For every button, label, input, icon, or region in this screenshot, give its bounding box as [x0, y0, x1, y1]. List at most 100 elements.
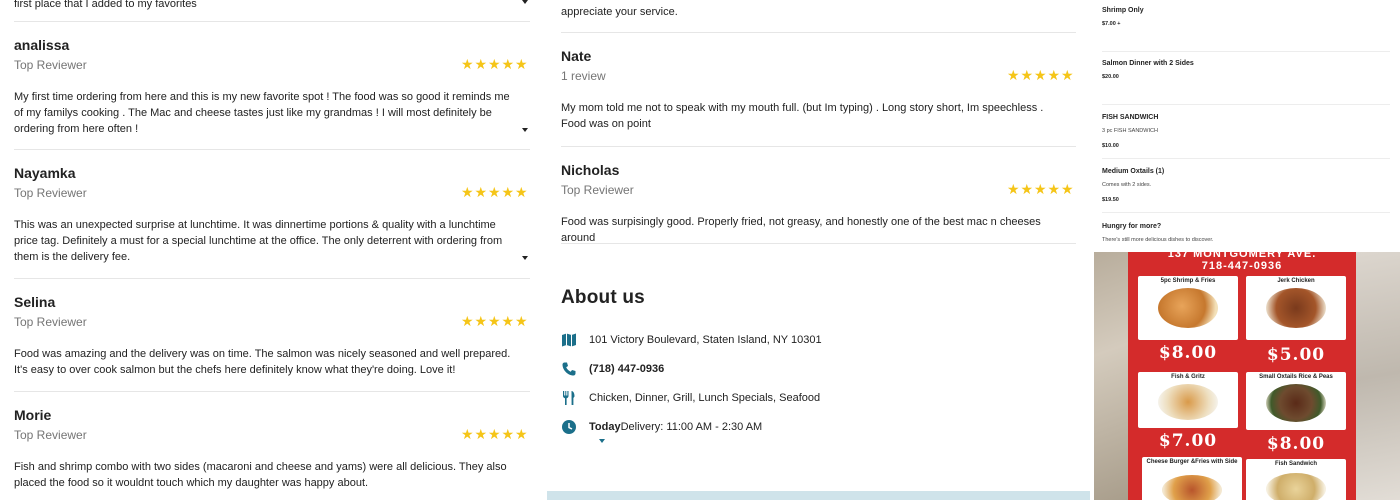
flyer-cell-title: 5pc Shrimp & Fries [1160, 278, 1216, 284]
rating-stars: ★★★★★ [1007, 182, 1075, 196]
hours-row[interactable]: TodayDelivery: 11:00 AM - 2:30 AM [561, 419, 1076, 439]
star-icon: ★ [1047, 67, 1061, 83]
review-card: analissa Top Reviewer ★★★★★ My first tim… [14, 22, 530, 150]
review-text: Food was surpisingly good. Properly frie… [561, 216, 1041, 244]
menu-item[interactable]: Shrimp Only $7.00 + [1102, 0, 1390, 52]
star-icon: ★ [1020, 67, 1034, 83]
flyer-cell-title: Fish Sandwich [1274, 461, 1317, 467]
rating-stars: ★★★★★ [461, 185, 529, 199]
reviewer-name[interactable]: Nayamka [14, 165, 76, 181]
star-icon: ★ [501, 56, 515, 72]
star-icon: ★ [1006, 181, 1020, 197]
hours-day: Today [589, 421, 621, 433]
reviewer-name[interactable]: Morie [14, 407, 51, 423]
rating-stars: ★★★★★ [1007, 68, 1075, 82]
flyer-cell-title: Small Oxtails Rice & Peas [1259, 374, 1333, 380]
rating-stars: ★★★★★ [461, 427, 529, 441]
menu-item-description: 3 pc FISH SANDWICH [1102, 128, 1158, 134]
flyer-price: $7.00 [1158, 431, 1218, 451]
clock-icon [562, 420, 576, 434]
star-icon: ★ [514, 56, 528, 72]
hungry-title: Hungry for more? [1102, 223, 1162, 230]
menu-item-name: Shrimp Only [1102, 7, 1144, 14]
expand-caret-icon[interactable] [522, 128, 528, 132]
review-card: appreciate your service. [561, 0, 1076, 33]
reviewer-name[interactable]: Nicholas [561, 162, 619, 178]
flyer-cell: Cheese Burger &Fries with Side [1142, 457, 1242, 500]
star-icon: ★ [474, 56, 488, 72]
review-card: Selina Top Reviewer ★★★★★ Food was amazi… [14, 279, 530, 392]
utensils-icon [563, 391, 575, 405]
star-icon: ★ [460, 184, 474, 200]
rating-stars: ★★★★★ [461, 314, 529, 328]
star-icon: ★ [1033, 181, 1047, 197]
hungry-description: There's still more delicious dishes to d… [1102, 237, 1214, 243]
menu-item[interactable]: Medium Oxtails (1) Comes with 2 sides. $… [1102, 159, 1390, 213]
review-card: Nate 1 review ★★★★★ My mom told me not t… [561, 33, 1076, 147]
review-text: appreciate your service. [561, 6, 678, 18]
menu-item[interactable]: FISH SANDWICH 3 pc FISH SANDWICH $10.00 [1102, 105, 1390, 159]
star-icon: ★ [501, 184, 515, 200]
reviewer-badge: Top Reviewer [14, 315, 87, 329]
star-icon: ★ [1020, 181, 1034, 197]
flyer-cell-title: Fish & Gritz [1171, 374, 1205, 380]
cuisines-text: Chicken, Dinner, Grill, Lunch Specials, … [589, 392, 821, 404]
menu-flyer-photo: 137 MONTGOMERY AVE. 718-447-0936 5pc Shri… [1094, 252, 1400, 500]
star-icon: ★ [1047, 181, 1061, 197]
review-text: first place that I added to my favorites [14, 0, 197, 10]
menu-item-price: $20.00 [1102, 74, 1119, 80]
reviewer-badge: Top Reviewer [14, 428, 87, 442]
reviewer-name[interactable]: Selina [14, 294, 55, 310]
star-icon: ★ [1060, 67, 1074, 83]
star-icon: ★ [487, 56, 501, 72]
flyer-cell: Fish & Gritz [1138, 372, 1238, 428]
star-icon: ★ [474, 426, 488, 442]
menu-item-price: $10.00 [1102, 143, 1119, 149]
star-icon: ★ [514, 313, 528, 329]
review-text: My mom told me not to speak with my mout… [561, 102, 1044, 130]
star-icon: ★ [460, 56, 474, 72]
expand-caret-icon[interactable] [522, 0, 528, 4]
review-text: This was an unexpected surprise at lunch… [14, 219, 503, 263]
rating-stars: ★★★★★ [461, 57, 529, 71]
flyer-address: 137 MONTGOMERY AVE. [1167, 252, 1317, 260]
review-text: Food was amazing and the delivery was on… [14, 348, 511, 376]
reviewer-name[interactable]: analissa [14, 37, 69, 53]
flyer-cell: 5pc Shrimp & Fries [1138, 276, 1238, 340]
about-us-heading: About us [561, 287, 645, 308]
review-text: Fish and shrimp combo with two sides (ma… [14, 461, 507, 489]
star-icon: ★ [501, 426, 515, 442]
star-icon: ★ [501, 313, 515, 329]
flyer-cell: Jerk Chicken [1246, 276, 1346, 340]
star-icon: ★ [487, 313, 501, 329]
hungry-for-more[interactable]: Hungry for more? There's still more deli… [1102, 213, 1390, 252]
star-icon: ★ [1033, 67, 1047, 83]
reviewer-name[interactable]: Nate [561, 48, 591, 64]
expand-caret-icon[interactable] [522, 256, 528, 260]
phone-row[interactable]: (718) 447-0936 [561, 361, 1076, 381]
review-card: first place that I added to my favorites [14, 0, 530, 22]
flyer-price: $8.00 [1158, 343, 1218, 363]
star-icon: ★ [460, 313, 474, 329]
star-icon: ★ [460, 426, 474, 442]
phone-link[interactable]: (718) 447-0936 [589, 363, 664, 375]
menu-item[interactable]: Salmon Dinner with 2 Sides $20.00 [1102, 52, 1390, 105]
menu-item-price: $7.00 + [1102, 21, 1121, 27]
map-icon [562, 333, 576, 347]
menu-item-name: FISH SANDWICH [1102, 114, 1159, 121]
reviewer-badge: Top Reviewer [561, 183, 634, 197]
address-text: 101 Victory Boulevard, Staten Island, NY… [589, 334, 822, 346]
star-icon: ★ [487, 426, 501, 442]
flyer-price: $5.00 [1266, 345, 1326, 365]
menu-item-description: Comes with 2 sides. [1102, 182, 1152, 188]
star-icon: ★ [514, 426, 528, 442]
address-row[interactable]: 101 Victory Boulevard, Staten Island, NY… [561, 332, 1076, 352]
reviewer-badge: Top Reviewer [14, 186, 87, 200]
menu-item-name: Medium Oxtails (1) [1102, 168, 1165, 175]
review-card: Nicholas Top Reviewer ★★★★★ Food was sur… [561, 147, 1076, 244]
reviews-column-middle: appreciate your service. Nate 1 review ★… [561, 0, 1076, 500]
flyer-phone: 718-447-0936 [1201, 260, 1283, 272]
map-preview[interactable] [547, 491, 1090, 500]
hours-expand-caret-icon[interactable] [599, 439, 605, 443]
reviewer-badge: 1 review [561, 69, 606, 83]
